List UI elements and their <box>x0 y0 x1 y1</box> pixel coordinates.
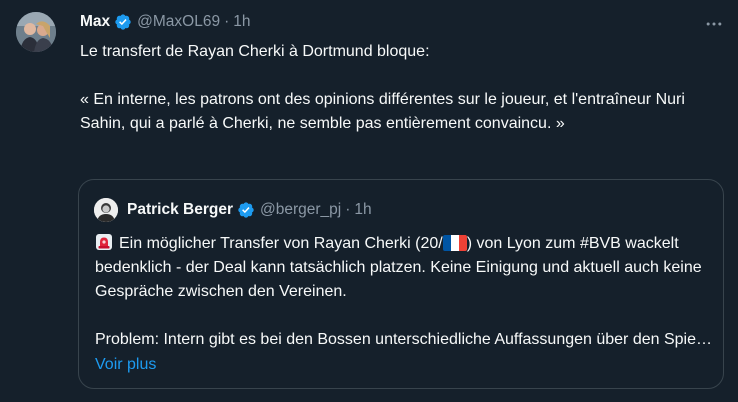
avatar-image <box>16 12 56 52</box>
more-horizontal-icon[interactable] <box>704 14 724 34</box>
quote-text-part: Ein möglicher Transfer von Rayan Cherki … <box>119 235 443 252</box>
quote-text: Ein möglicher Transfer von Rayan Cherki … <box>95 232 715 352</box>
separator-dot: · <box>345 201 351 218</box>
author-handle[interactable]: @MaxOL69 <box>137 13 220 31</box>
quote-truncated-text: Problem: Intern gibt es bei den Bossen u… <box>95 331 712 348</box>
quote-header: Patrick Berger @berger_pj · 1h <box>127 198 372 222</box>
france-flag-icon <box>442 235 467 251</box>
tweet-timestamp[interactable]: 1h <box>233 13 250 31</box>
quote-author-handle[interactable]: @berger_pj <box>260 201 341 219</box>
author-avatar[interactable] <box>16 12 56 52</box>
tweet[interactable]: Max @MaxOL69 · 1h Le transfert de Rayan … <box>0 0 738 402</box>
tweet-text: Le transfert de Rayan Cherki à Dortmund … <box>80 40 710 136</box>
verified-badge-icon <box>238 202 254 218</box>
quote-author-name[interactable]: Patrick Berger <box>127 201 233 219</box>
quote-timestamp[interactable]: 1h <box>354 201 371 219</box>
quote-avatar-image <box>94 198 118 222</box>
verified-badge-icon <box>115 14 131 30</box>
tweet-header: Max @MaxOL69 · 1h <box>80 11 251 33</box>
tweet-paragraph: Le transfert de Rayan Cherki à Dortmund … <box>80 43 430 60</box>
quoted-tweet[interactable]: Patrick Berger @berger_pj · 1h Ein mögli… <box>78 179 724 389</box>
show-more-link[interactable]: Voir plus <box>95 356 156 374</box>
quote-paragraph: Ein möglicher Transfer von Rayan Cherki … <box>95 232 715 304</box>
quote-author-avatar[interactable] <box>94 198 118 222</box>
tweet-paragraph: « En interne, les patrons ont des opinio… <box>80 91 685 132</box>
separator-dot: · <box>224 13 230 30</box>
quote-paragraph: Problem: Intern gibt es bei den Bossen u… <box>95 328 715 352</box>
author-name[interactable]: Max <box>80 13 110 31</box>
siren-emoji-icon <box>96 234 112 250</box>
